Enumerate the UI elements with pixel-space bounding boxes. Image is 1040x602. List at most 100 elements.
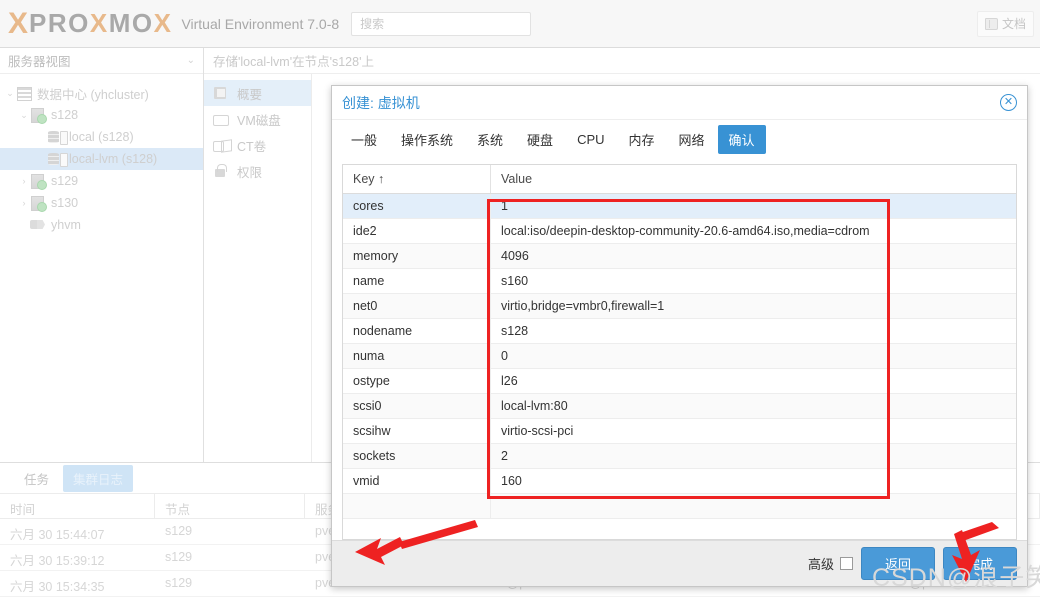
row-key: scsihw	[343, 419, 491, 443]
logo-mo-text: MO	[108, 8, 154, 38]
tree-item-s130[interactable]: › s130	[0, 192, 203, 214]
breadcrumb: 存储'local-lvm'在节点's128'上	[204, 48, 1040, 74]
summary-grid: Key ↑ Value cores 1 ide2 local:iso/deepi…	[342, 164, 1017, 540]
row-value: local:iso/deepin-desktop-community-20.6-…	[501, 224, 870, 238]
tree-item-datacenter[interactable]: ⌄ 数据中心 (yhcluster)	[0, 82, 203, 104]
advanced-checkbox[interactable]	[840, 557, 853, 570]
summary-icon	[213, 86, 231, 100]
log-time: 六月 30 15:39:12	[10, 554, 105, 568]
search-input[interactable]: 搜索	[351, 11, 532, 36]
tab-hard-disk[interactable]: 硬盘	[516, 125, 564, 154]
log-node: s129	[165, 550, 193, 564]
disk-icon	[213, 113, 231, 126]
log-node: s129	[165, 576, 193, 590]
tree-item-label: s130	[51, 196, 79, 210]
tree-item-label: s129	[51, 174, 79, 188]
column-header-time[interactable]: 时间	[0, 494, 155, 518]
dialog-title: 创建: 虚拟机	[342, 94, 420, 111]
table-row[interactable]: cores 1	[343, 194, 1016, 219]
nav-item-vm-disks[interactable]: VM磁盘	[204, 106, 311, 132]
storage-icon	[48, 130, 68, 145]
log-time: 六月 30 15:34:35	[10, 580, 105, 594]
tab-os[interactable]: 操作系统	[390, 125, 464, 154]
table-row[interactable]: scsihw virtio-scsi-pci	[343, 419, 1016, 444]
table-row[interactable]: numa 0	[343, 344, 1016, 369]
view-selector[interactable]: 服务器视图 ⌄	[0, 48, 203, 74]
table-row[interactable]: name s160	[343, 269, 1016, 294]
tab-tasks[interactable]: 任务	[14, 465, 59, 492]
row-key: cores	[343, 194, 491, 218]
nav-item-label: CT卷	[237, 139, 267, 154]
table-row[interactable]: nodename s128	[343, 319, 1016, 344]
row-value: 4096	[501, 249, 529, 263]
tree-item-label: s128	[51, 108, 79, 122]
nav-item-label: 权限	[237, 165, 263, 180]
table-row[interactable]: memory 4096	[343, 244, 1016, 269]
tree-item-label: 数据中心 (yhcluster)	[37, 87, 149, 102]
tab-memory[interactable]: 内存	[618, 125, 666, 154]
tag-icon	[30, 218, 46, 232]
table-row[interactable]: scsi0 local-lvm:80	[343, 394, 1016, 419]
table-row[interactable]: ostype l26	[343, 369, 1016, 394]
permissions-icon	[213, 163, 231, 178]
row-value: virtio,bridge=vmbr0,firewall=1	[501, 299, 665, 313]
twisty-icon[interactable]: ⌄	[18, 110, 30, 121]
node-icon	[30, 196, 47, 212]
column-header-value[interactable]: Value	[491, 165, 1016, 193]
advanced-toggle[interactable]: 高级	[808, 554, 853, 573]
storage-icon	[48, 152, 68, 167]
create-vm-dialog: 创建: 虚拟机 ✕ 一般 操作系统 系统 硬盘 CPU 内存 网络 确认 Key…	[331, 85, 1028, 587]
logo-x3-text: X	[153, 8, 173, 38]
table-row[interactable]: sockets 2	[343, 444, 1016, 469]
tree-item-label: yhvm	[51, 218, 81, 232]
tab-cluster-log[interactable]: 集群日志	[63, 464, 134, 492]
row-key: ide2	[343, 219, 491, 243]
content-nav: 概要 VM磁盘 CT卷 权限	[204, 74, 312, 462]
table-row[interactable]: ide2 local:iso/deepin-desktop-community-…	[343, 219, 1016, 244]
view-selector-label: 服务器视图	[8, 55, 71, 69]
tab-system[interactable]: 系统	[466, 125, 514, 154]
top-header: X PROXMOX Virtual Environment 7.0-8 搜索 文…	[0, 0, 1040, 48]
resource-tree: ⌄ 数据中心 (yhcluster) ⌄ s128 local (s128) l…	[0, 74, 203, 236]
logo-pro-text: PRO	[29, 8, 90, 38]
documentation-button[interactable]: 文档	[976, 10, 1034, 37]
tree-item-label: local (s128)	[69, 130, 134, 144]
log-node: s129	[165, 524, 193, 538]
tab-network[interactable]: 网络	[668, 125, 716, 154]
tab-general[interactable]: 一般	[340, 125, 388, 154]
log-time: 六月 30 15:44:07	[10, 528, 105, 542]
nav-item-label: 概要	[237, 87, 263, 102]
twisty-icon[interactable]: ›	[18, 176, 30, 186]
nav-item-summary[interactable]: 概要	[204, 80, 311, 106]
finish-button[interactable]: 完成	[943, 547, 1017, 580]
tree-item-local[interactable]: local (s128)	[0, 126, 203, 148]
table-row[interactable]: net0 virtio,bridge=vmbr0,firewall=1	[343, 294, 1016, 319]
row-key: nodename	[343, 319, 491, 343]
row-key	[343, 494, 491, 518]
close-icon[interactable]: ✕	[1000, 94, 1017, 111]
nav-item-ct-volumes[interactable]: CT卷	[204, 132, 311, 158]
tab-confirm[interactable]: 确认	[717, 124, 766, 154]
row-value	[491, 494, 1016, 518]
row-key: name	[343, 269, 491, 293]
column-header-node[interactable]: 节点	[155, 494, 305, 518]
dialog-body: Key ↑ Value cores 1 ide2 local:iso/deepi…	[332, 158, 1027, 540]
chevron-down-icon: ⌄	[186, 55, 195, 66]
container-volume-icon	[213, 139, 231, 152]
tree-item-local-lvm[interactable]: local-lvm (s128)	[0, 148, 203, 170]
twisty-icon[interactable]: ›	[18, 198, 30, 208]
row-value: s160	[501, 274, 529, 288]
table-row[interactable]: vmid 160	[343, 469, 1016, 494]
proxmox-logo: X PROXMOX	[8, 8, 172, 39]
nav-item-permissions[interactable]: 权限	[204, 158, 311, 184]
search-placeholder: 搜索	[360, 17, 385, 31]
tree-item-s129[interactable]: › s129	[0, 170, 203, 192]
row-key: ostype	[343, 369, 491, 393]
tree-item-s128[interactable]: ⌄ s128	[0, 104, 203, 126]
tree-item-yhvm[interactable]: yhvm	[0, 214, 203, 236]
back-button[interactable]: 返回	[861, 547, 935, 580]
proxmox-app: X PROXMOX Virtual Environment 7.0-8 搜索 文…	[0, 0, 1040, 602]
column-header-key[interactable]: Key ↑	[343, 165, 491, 193]
tab-cpu[interactable]: CPU	[566, 127, 615, 152]
twisty-icon[interactable]: ⌄	[4, 88, 16, 99]
